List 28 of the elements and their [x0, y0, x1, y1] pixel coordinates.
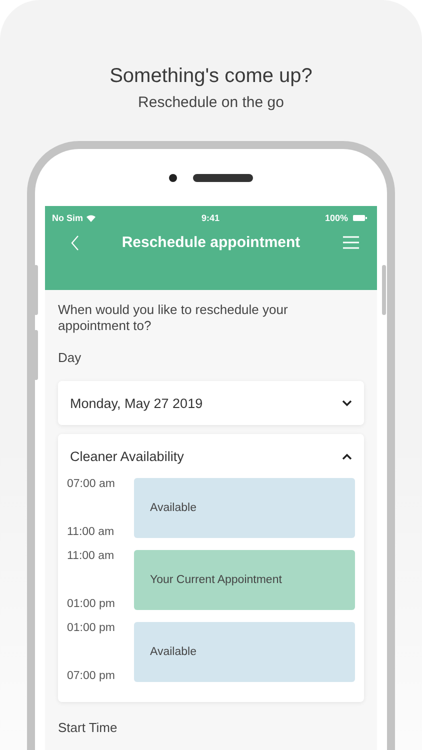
availability-title: Cleaner Availability: [70, 448, 184, 464]
time-slot[interactable]: Available: [134, 622, 355, 682]
headline: Something's come up?: [110, 65, 312, 88]
camera-icon: [169, 174, 177, 182]
battery-icon: [353, 215, 367, 221]
battery-label: 100%: [324, 213, 348, 223]
prompt-text: When would you like to reschedule your appointment to?: [58, 302, 289, 334]
start-time-label: Start Time: [58, 720, 118, 735]
screen-title: Reschedule appointment: [122, 234, 300, 251]
time-slot[interactable]: Available: [134, 478, 355, 538]
menu-icon[interactable]: [342, 236, 359, 249]
day-dropdown[interactable]: Monday, May 27 2019: [58, 381, 364, 425]
subheadline: Reschedule on the go: [138, 94, 284, 111]
time-slot[interactable]: Your Current Appointment: [134, 550, 355, 610]
end-time: 11:00 am: [67, 526, 116, 538]
speaker-icon: [193, 174, 253, 182]
day-value: Monday, May 27 2019: [70, 396, 203, 410]
carrier-label: No Sim: [52, 213, 84, 223]
back-icon[interactable]: [71, 234, 79, 250]
start-time: 11:00 am: [67, 550, 116, 562]
wifi-icon: [86, 214, 96, 222]
end-time: 01:00 pm: [67, 598, 116, 610]
start-time: 07:00 am: [67, 478, 116, 490]
end-time: 07:00 pm: [67, 670, 116, 682]
day-label: Day: [58, 350, 82, 365]
availability-toggle[interactable]: Cleaner Availability: [67, 434, 355, 478]
clock: 9:41: [201, 213, 220, 223]
start-time: 01:00 pm: [67, 622, 116, 634]
